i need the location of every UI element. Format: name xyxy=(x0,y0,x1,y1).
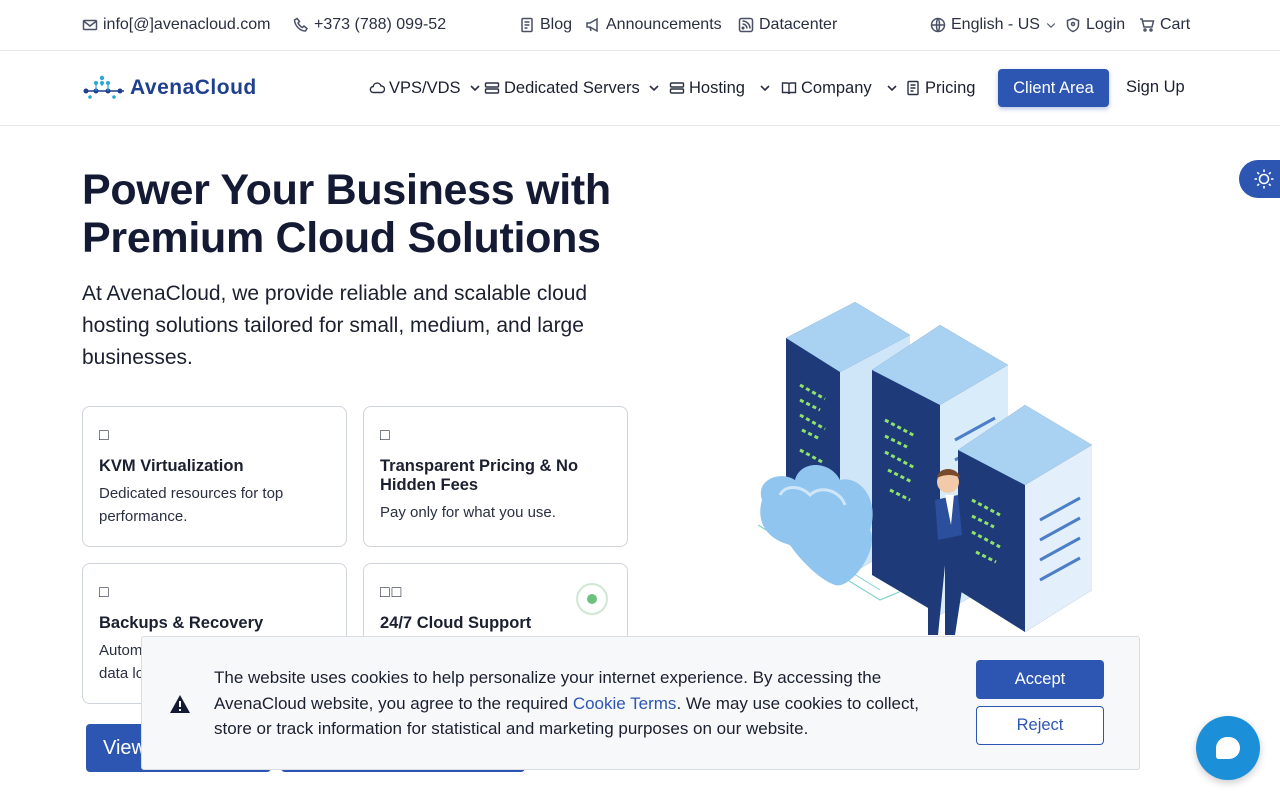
hero-title: Power Your Business with Premium Cloud S… xyxy=(82,166,611,262)
nav-hosting-label: Hosting xyxy=(689,78,745,97)
datacenter-label: Datacenter xyxy=(759,16,838,33)
feature-icon: □ xyxy=(380,427,392,444)
nav-hosting[interactable]: Hosting xyxy=(669,77,771,99)
book-icon xyxy=(781,82,797,95)
document-icon xyxy=(521,17,533,33)
language-selector[interactable]: English - US xyxy=(930,14,1057,36)
nav-dedicated-label: Dedicated Servers xyxy=(504,78,640,97)
chevron-down-icon xyxy=(760,85,770,92)
chat-button[interactable] xyxy=(1196,716,1260,780)
reject-button[interactable]: Reject xyxy=(976,706,1104,745)
feature-card-pricing: □ Transparent Pricing & No Hidden Fees P… xyxy=(363,406,628,547)
nav-vps[interactable]: VPS/VDS xyxy=(369,77,481,99)
servers-illustration xyxy=(757,302,1092,635)
chevron-down-icon xyxy=(1046,23,1056,29)
megaphone-icon xyxy=(586,17,598,33)
server-icon xyxy=(484,82,500,94)
feature-title: 24/7 Cloud Support xyxy=(380,614,532,632)
chat-bubble-icon xyxy=(1216,737,1240,759)
chevron-down-icon xyxy=(649,85,659,92)
cloud-icon xyxy=(369,82,385,94)
cart-link[interactable]: Cart xyxy=(1139,14,1190,36)
phone-icon xyxy=(293,17,308,32)
rss-icon xyxy=(738,17,754,33)
cookie-terms-link[interactable]: Cookie Terms xyxy=(573,694,677,713)
datacenter-link[interactable]: Datacenter xyxy=(738,14,837,36)
status-indicator xyxy=(576,583,608,615)
accept-button[interactable]: Accept xyxy=(976,660,1104,699)
announcements-link[interactable]: Announcements xyxy=(585,14,722,36)
server-icon xyxy=(669,82,685,94)
email-text: info[@]avenacloud.com xyxy=(103,16,271,33)
announcements-label: Announcements xyxy=(606,16,722,33)
top-bar: info[@]avenacloud.com +373 (788) 099-52 … xyxy=(0,0,1280,51)
shield-icon xyxy=(1066,17,1080,33)
nav-company-label: Company xyxy=(801,78,872,97)
main-nav: AvenaCloud VPS/VDS Dedicated Servers Hos… xyxy=(0,51,1280,126)
logo-text: AvenaCloud xyxy=(130,76,257,99)
cart-icon xyxy=(1140,18,1155,32)
nav-pricing-label: Pricing xyxy=(925,78,976,97)
feature-desc: Pay only for what you use. xyxy=(380,504,556,521)
feature-icon: □ xyxy=(99,584,111,601)
feature-title: Backups & Recovery xyxy=(99,614,264,632)
theme-toggle[interactable] xyxy=(1239,160,1280,198)
document-icon xyxy=(907,80,919,96)
nav-pricing[interactable]: Pricing xyxy=(905,77,975,99)
cookie-banner: The website uses cookies to help persona… xyxy=(141,636,1140,770)
logo-mark-icon xyxy=(83,75,124,99)
warning-icon xyxy=(170,695,190,713)
blog-label: Blog xyxy=(540,16,573,33)
cookie-message: The website uses cookies to help persona… xyxy=(214,665,944,742)
nav-dedicated-servers[interactable]: Dedicated Servers xyxy=(484,77,660,99)
sign-up-link[interactable]: Sign Up xyxy=(1126,78,1185,97)
hero-subtitle: At AvenaCloud, we provide reliable and s… xyxy=(82,282,588,369)
logo[interactable]: AvenaCloud xyxy=(82,75,257,101)
feature-title: KVM Virtualization xyxy=(99,457,244,475)
nav-vps-label: VPS/VDS xyxy=(389,78,461,97)
phone-text: +373 (788) 099-52 xyxy=(314,16,447,33)
chevron-down-icon xyxy=(469,85,480,92)
nav-company[interactable]: Company xyxy=(781,77,898,99)
client-area-button[interactable]: Client Area xyxy=(998,69,1109,107)
sun-icon xyxy=(1254,169,1274,189)
envelope-icon xyxy=(82,19,98,31)
language-label: English - US xyxy=(951,16,1040,33)
feature-icon: □ xyxy=(99,427,111,444)
login-link[interactable]: Login xyxy=(1065,14,1125,36)
feature-desc: Dedicated resources for top performance. xyxy=(99,485,284,525)
phone-link[interactable]: +373 (788) 099-52 xyxy=(293,14,446,36)
chevron-down-icon xyxy=(887,85,897,92)
email-link[interactable]: info[@]avenacloud.com xyxy=(82,14,270,36)
feature-card-kvm: □ KVM Virtualization Dedicated resources… xyxy=(82,406,347,547)
globe-icon xyxy=(930,17,946,33)
login-label: Login xyxy=(1086,16,1126,33)
feature-title: Transparent Pricing & No Hidden Fees xyxy=(380,457,579,494)
cart-label: Cart xyxy=(1160,16,1191,33)
blog-link[interactable]: Blog xyxy=(519,14,572,36)
